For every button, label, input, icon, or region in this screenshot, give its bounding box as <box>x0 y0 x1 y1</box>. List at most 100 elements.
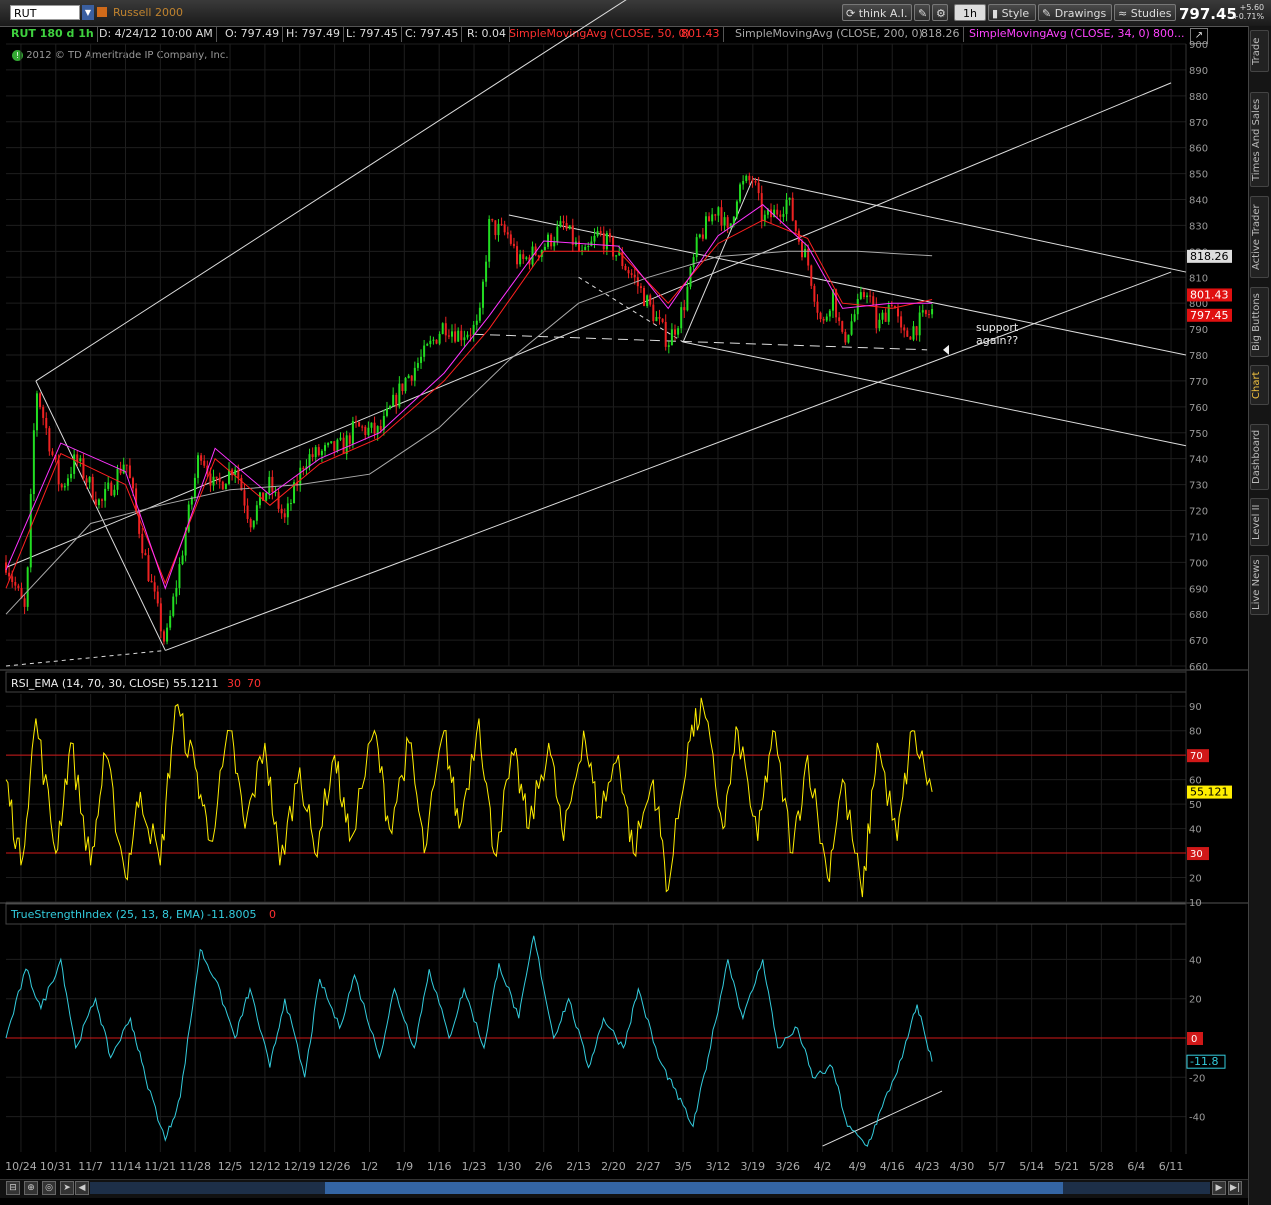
x-tick-label: 1/23 <box>462 1160 487 1173</box>
tab-live-news[interactable]: Live News <box>1250 555 1269 615</box>
price-candle-body <box>324 445 327 451</box>
price-candle-body <box>890 305 893 307</box>
price-candle-body <box>172 596 175 616</box>
x-tick-label: 3/19 <box>740 1160 765 1173</box>
scroll-right-button[interactable]: ▶ <box>1212 1181 1226 1195</box>
tab-active-trader[interactable]: Active Trader <box>1250 196 1269 278</box>
price-candle-body <box>110 482 113 496</box>
price-candle-body <box>813 285 816 302</box>
scroll-end-button[interactable]: ▶| <box>1228 1181 1242 1195</box>
price-candle-body <box>921 310 924 313</box>
tab-dashboard[interactable]: Dashboard <box>1250 424 1269 490</box>
x-tick-label: 3/26 <box>775 1160 800 1173</box>
x-tick-label: 5/21 <box>1054 1160 1079 1173</box>
price-candle-body <box>785 199 788 215</box>
price-candle-body <box>816 301 819 313</box>
price-candle-body <box>779 214 782 217</box>
x-tick-label: 12/12 <box>249 1160 281 1173</box>
tab-chart[interactable]: Chart <box>1250 365 1269 405</box>
tab-trade[interactable]: Trade <box>1250 30 1269 72</box>
x-tick-label: 12/5 <box>218 1160 243 1173</box>
price-candle-body <box>909 336 912 340</box>
price-candle-body <box>466 334 469 338</box>
price-candle-body <box>485 261 488 282</box>
price-candle-body <box>423 345 426 357</box>
price-candle-body <box>389 406 392 409</box>
price-candle-body <box>42 407 45 418</box>
price-candle-body <box>726 217 729 228</box>
price-candle-body <box>451 331 454 337</box>
price-candle-body <box>881 312 884 320</box>
price-candle-body <box>243 490 246 506</box>
price-candle-body <box>17 585 20 589</box>
magnifier-button[interactable]: ◎ <box>42 1181 56 1195</box>
chart-canvas[interactable]: 10/24 10/31 11/7 11/14 11/21 11/28 12/5 12/12 12… <box>0 0 1248 1179</box>
rsi-header-high: 70 <box>247 677 261 690</box>
price-candle-body <box>14 581 17 586</box>
price-candle-body <box>66 478 69 486</box>
price-candle-body <box>345 435 348 454</box>
scrollbar-thumb[interactable] <box>325 1182 1063 1194</box>
price-candle-body <box>336 439 339 452</box>
price-candle-body <box>113 489 116 496</box>
scroll-left-button[interactable]: ◀ <box>75 1181 89 1195</box>
y-tick-label: 770 <box>1189 377 1208 388</box>
rsi-reference-label: 70 <box>1190 751 1203 762</box>
x-tick-label: 10/31 <box>40 1160 72 1173</box>
price-candle-body <box>571 225 574 245</box>
price-candle-body <box>73 454 76 474</box>
price-candle-body <box>525 257 528 259</box>
price-candle-body <box>57 459 60 485</box>
price-candle-body <box>35 393 38 431</box>
x-tick-label: 3/12 <box>706 1160 731 1173</box>
x-tick-label: 6/4 <box>1127 1160 1145 1173</box>
y-tick-label: 680 <box>1189 610 1208 621</box>
price-candle-body <box>156 591 159 604</box>
price-candle-body <box>11 576 14 582</box>
price-candle-body <box>683 307 686 311</box>
x-tick-label: 11/14 <box>110 1160 142 1173</box>
price-candle-body <box>906 330 909 337</box>
price-candle-body <box>379 426 382 430</box>
tab-big-buttons[interactable]: Big Buttons <box>1250 287 1269 357</box>
y-tick-label: 860 <box>1189 144 1208 155</box>
price-candle-body <box>395 394 398 407</box>
x-tick-label: 6/11 <box>1159 1160 1184 1173</box>
y-tick-label: 870 <box>1189 118 1208 129</box>
price-candle-body <box>720 207 723 226</box>
price-candle-body <box>209 473 212 486</box>
price-candle-body <box>398 383 401 407</box>
tab-level-ii[interactable]: Level II <box>1250 498 1269 546</box>
price-candle-body <box>367 427 370 435</box>
zoom-out-button[interactable]: ⊟ <box>6 1181 20 1195</box>
price-candle-body <box>29 494 32 568</box>
cursor-button[interactable]: ➤ <box>60 1181 74 1195</box>
price-candle-body <box>277 491 280 509</box>
price-candle-body <box>385 408 388 416</box>
y-tick-label: 40 <box>1189 825 1202 836</box>
price-candle-body <box>268 476 271 494</box>
price-candle-body <box>782 214 785 217</box>
price-candle-body <box>116 468 119 490</box>
price-candle-body <box>838 317 841 322</box>
zoom-in-button[interactable]: ⊕ <box>24 1181 38 1195</box>
price-candle-body <box>144 553 147 556</box>
price-candle-body <box>8 572 11 577</box>
support-annotation[interactable]: support again?? <box>976 321 1018 347</box>
price-candle-body <box>810 265 813 286</box>
price-candle-body <box>327 443 330 446</box>
price-candle-body <box>128 465 131 479</box>
x-tick-label: 5/7 <box>988 1160 1006 1173</box>
tab-times-and-sales[interactable]: Times And Sales <box>1250 92 1269 187</box>
swing-down-dashed <box>578 276 684 343</box>
price-candle-body <box>522 254 525 259</box>
x-tick-label: 11/7 <box>78 1160 103 1173</box>
y-tick-label: 810 <box>1189 273 1208 284</box>
price-candle-body <box>39 393 42 408</box>
rsi-reference-label: 30 <box>1190 849 1203 860</box>
price-candle-body <box>162 631 165 642</box>
price-candle-body <box>438 333 441 344</box>
y-tick-label: 890 <box>1189 66 1208 77</box>
price-candle-body <box>271 476 274 492</box>
tsi-header-value: -11.8005 <box>207 908 257 921</box>
